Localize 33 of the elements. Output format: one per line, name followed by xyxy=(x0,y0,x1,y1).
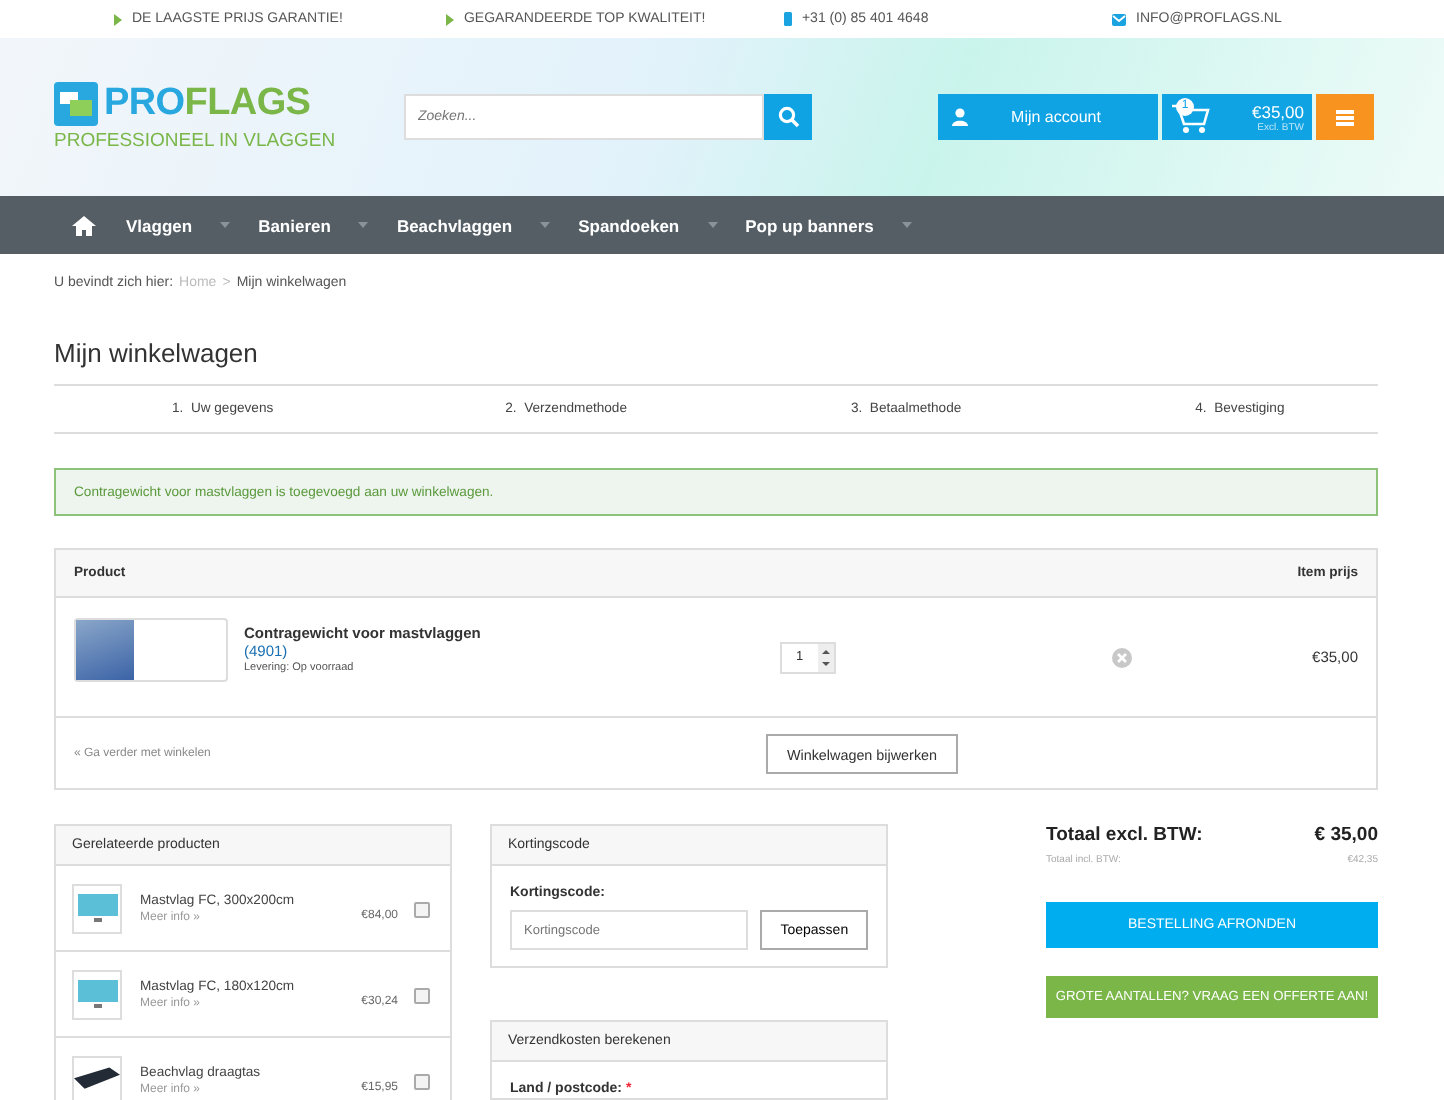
user-icon xyxy=(952,108,968,126)
total-label: Totaal excl. BTW: xyxy=(1046,824,1203,846)
flag-logo-icon xyxy=(54,82,98,126)
nav-link[interactable]: Beachvlaggen xyxy=(396,215,513,235)
checkbox[interactable] xyxy=(414,1074,430,1090)
nav-link[interactable]: Banieren xyxy=(258,215,331,235)
nav-link[interactable]: Pop up banners xyxy=(745,215,874,235)
total-value: € 35,00 xyxy=(1314,824,1378,846)
caret-icon xyxy=(220,222,231,228)
triangle-icon xyxy=(114,13,122,25)
cart-icon xyxy=(1170,101,1210,133)
phone-icon xyxy=(783,12,792,26)
home-icon[interactable] xyxy=(72,215,96,235)
spinner-arrows-icon xyxy=(818,643,834,671)
menu-icon xyxy=(1336,109,1354,125)
caret-icon xyxy=(707,222,718,228)
logo-tagline: PROFESSIONEEL IN VLAGGEN xyxy=(54,130,338,152)
nav-link[interactable]: Vlaggen xyxy=(126,215,193,235)
search-button[interactable] xyxy=(764,94,812,140)
checkbox[interactable] xyxy=(414,902,430,918)
caret-icon xyxy=(540,222,551,228)
menu-button[interactable] xyxy=(1316,94,1374,140)
photo-placeholder xyxy=(76,619,134,679)
search-icon xyxy=(777,106,799,128)
caret-icon xyxy=(358,222,369,228)
cart-amount: €35,00 xyxy=(1252,101,1304,121)
page-title: Mijn winkelwagen xyxy=(54,338,260,368)
triangle-icon xyxy=(445,13,454,25)
nav-link[interactable]: Spandoeken xyxy=(578,215,680,235)
checkbox[interactable] xyxy=(414,988,430,1004)
envelope-icon xyxy=(1112,13,1126,25)
caret-icon xyxy=(901,222,912,228)
remove-icon[interactable] xyxy=(1112,647,1132,667)
